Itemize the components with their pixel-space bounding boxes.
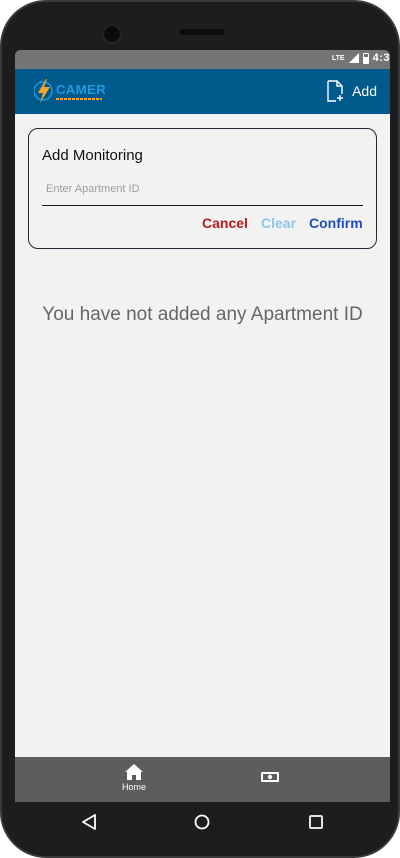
card-title: Add Monitoring xyxy=(42,147,143,164)
app-screen: LTE 4:3 CAMER Add Add Monitoring Enter A… xyxy=(15,50,390,802)
signal-icon xyxy=(348,53,359,63)
front-camera xyxy=(102,24,122,44)
empty-state-message: You have not added any Apartment ID xyxy=(42,304,363,325)
earpiece-speaker xyxy=(180,29,224,35)
recent-apps-icon[interactable] xyxy=(309,815,323,829)
clear-button[interactable]: Clear xyxy=(261,215,296,231)
network-type-label: LTE xyxy=(331,54,345,62)
home-icon xyxy=(125,764,143,780)
status-bar: LTE 4:3 xyxy=(15,50,390,69)
nav-item-home-label: Home xyxy=(121,782,146,792)
app-bar: CAMER Add xyxy=(15,69,390,114)
lightning-bolt-icon xyxy=(34,79,53,103)
back-icon[interactable] xyxy=(81,813,97,831)
money-icon[interactable] xyxy=(260,770,280,784)
status-time: 4:3 xyxy=(372,52,390,64)
add-button-label: Add xyxy=(352,83,377,99)
bottom-nav: Home xyxy=(15,757,390,802)
logo-tagline-graphic xyxy=(56,97,102,100)
cancel-button[interactable]: Cancel xyxy=(202,215,248,231)
nav-item-home[interactable]: Home xyxy=(104,764,164,792)
add-button[interactable]: Add xyxy=(326,80,377,102)
status-indicators: LTE 4:3 xyxy=(332,52,390,64)
phone-frame: LTE 4:3 CAMER Add Add Monitoring Enter A… xyxy=(0,0,400,858)
home-circle-icon[interactable] xyxy=(194,814,210,830)
confirm-button[interactable]: Confirm xyxy=(309,215,363,231)
apartment-id-input[interactable] xyxy=(42,173,363,206)
add-file-icon xyxy=(327,80,344,102)
add-monitoring-card: Add Monitoring Cancel Clear Confirm xyxy=(28,128,377,249)
battery-icon xyxy=(362,52,369,64)
logo-text: CAMER xyxy=(56,81,107,97)
system-nav-bar xyxy=(15,802,390,844)
app-logo: CAMER xyxy=(34,78,106,104)
